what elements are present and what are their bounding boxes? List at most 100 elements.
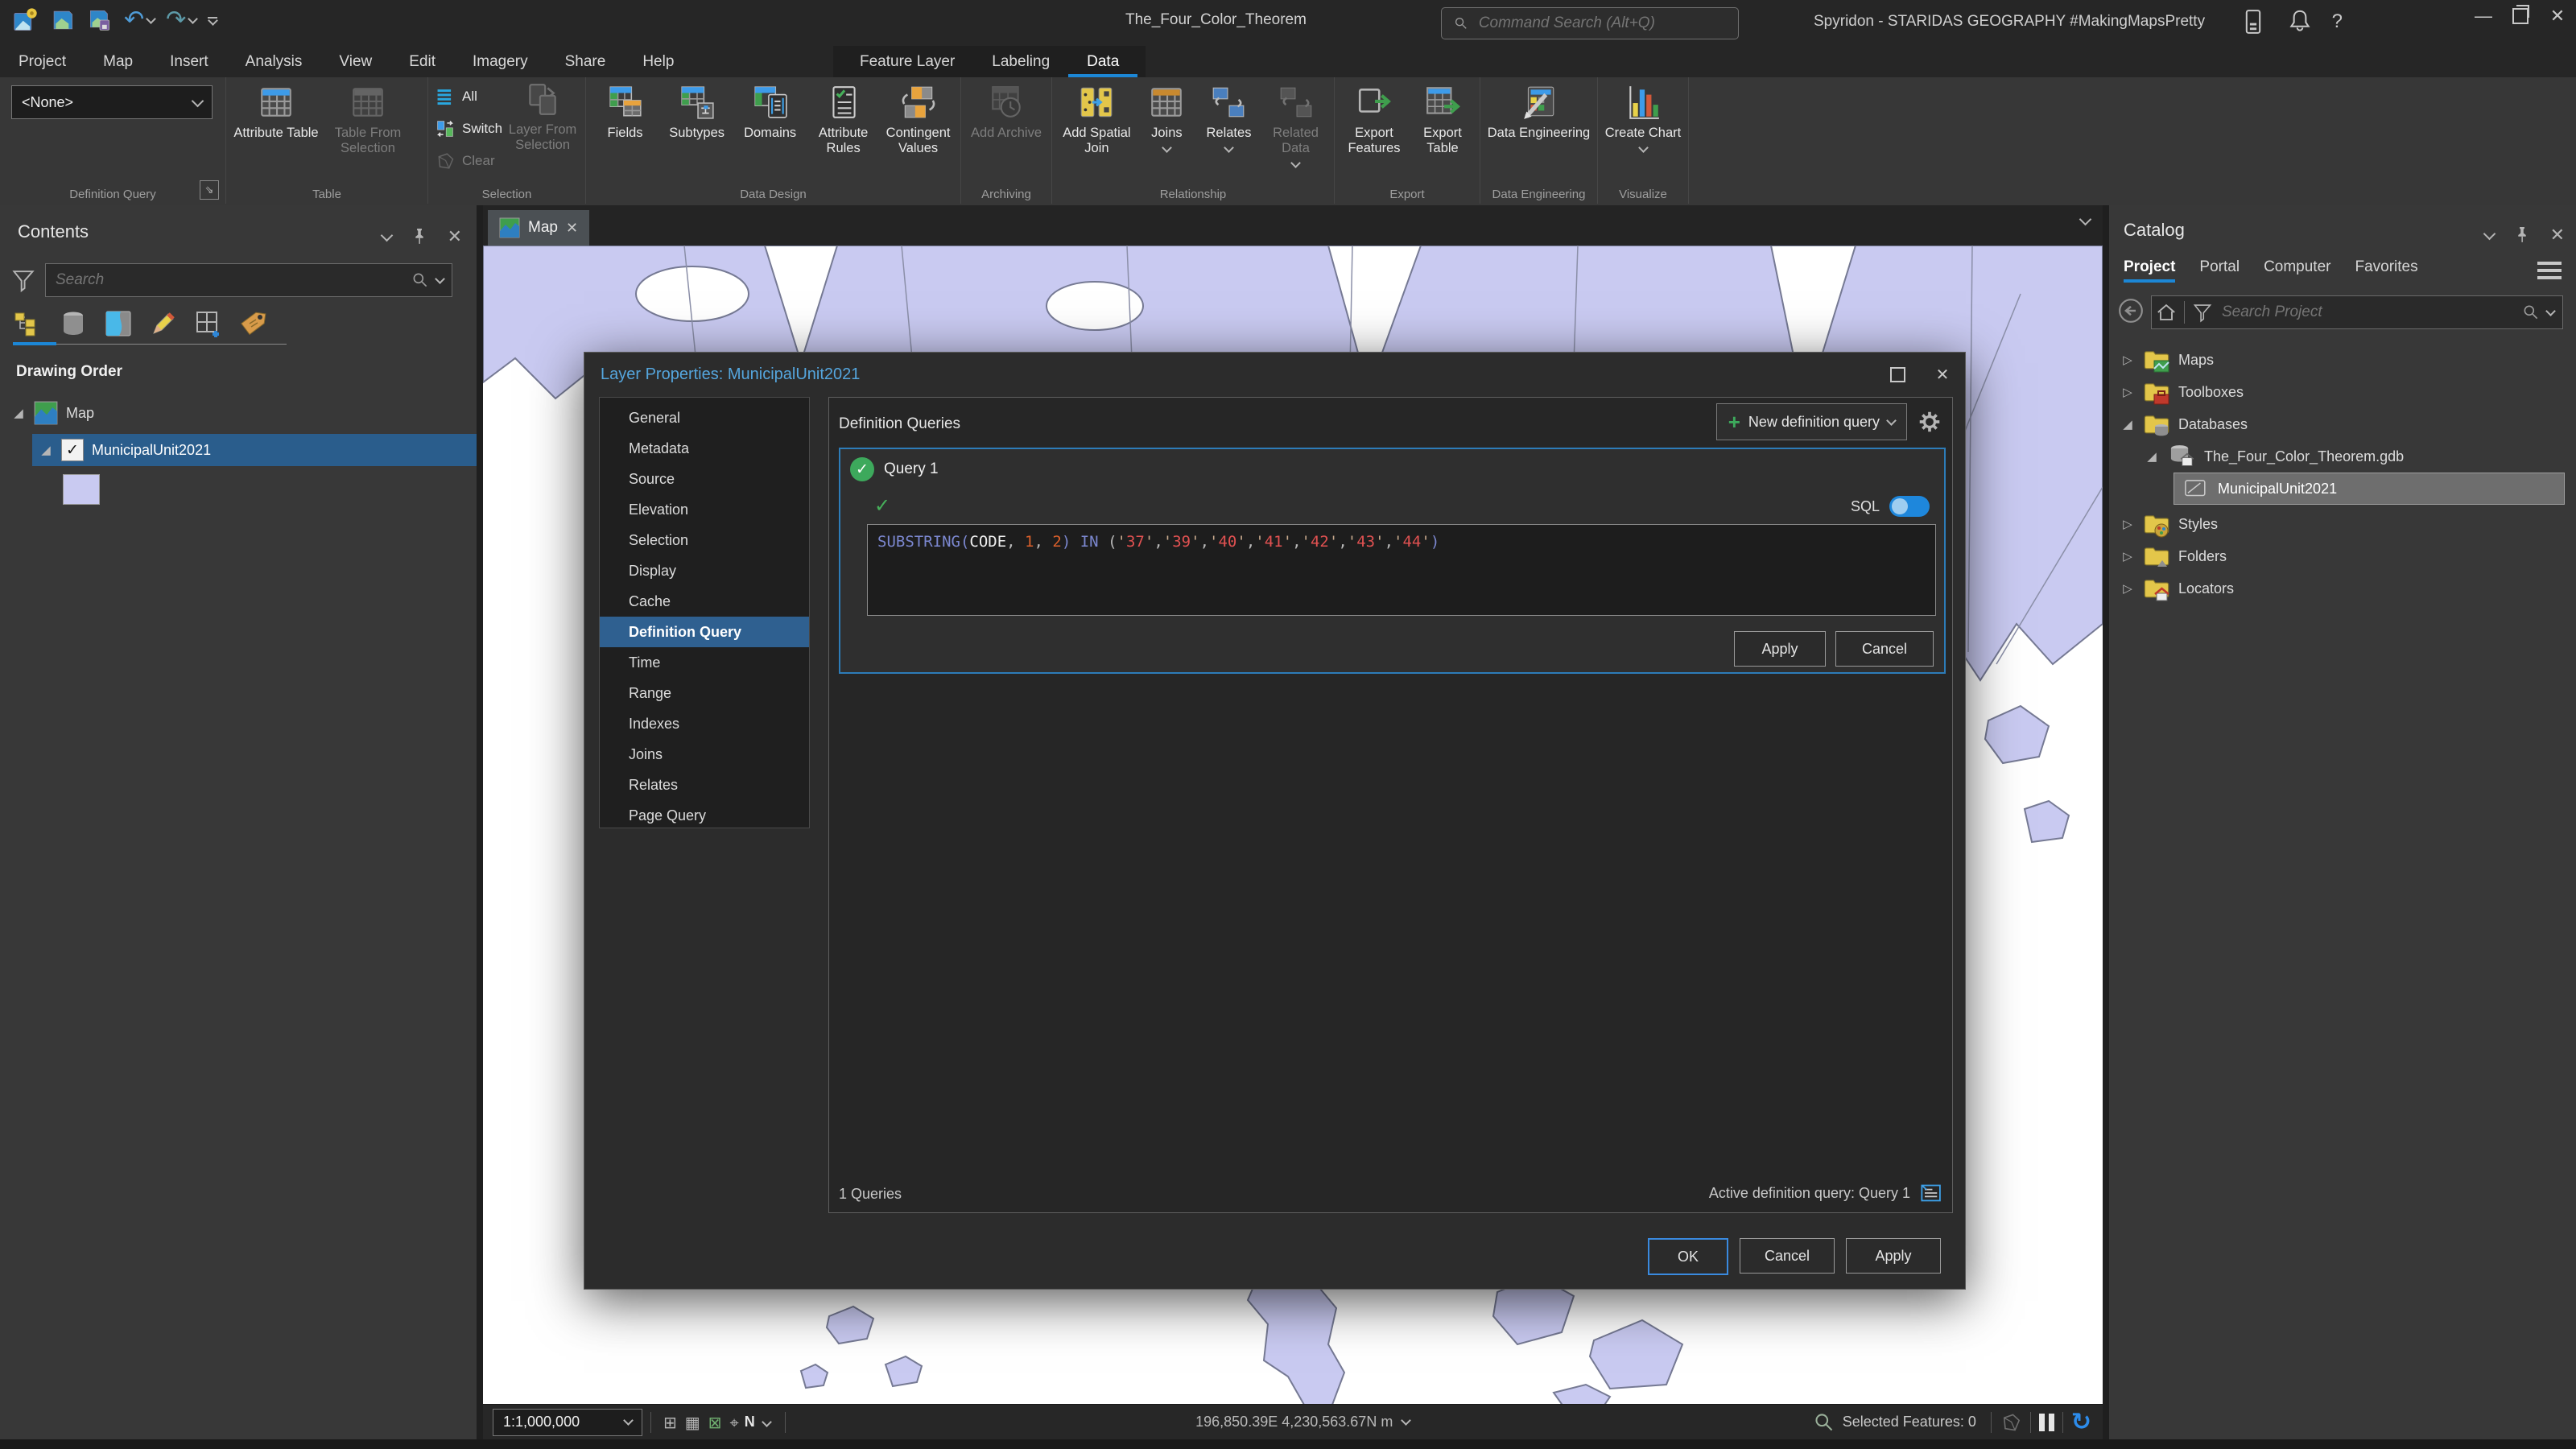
layer-visibility-checkbox[interactable]: ✓ xyxy=(61,439,84,461)
folders-expander-icon[interactable]: ▷ xyxy=(2120,549,2135,564)
switch-selection-button[interactable]: Switch xyxy=(431,114,506,143)
table-grid-icon[interactable]: ▦ xyxy=(685,1413,700,1432)
selection-magnifier-icon[interactable] xyxy=(1812,1410,1836,1435)
dialog-cancel-button[interactable]: Cancel xyxy=(1740,1238,1835,1274)
dialog-maximize-button[interactable] xyxy=(1875,353,1920,396)
nav-page-query[interactable]: Page Query xyxy=(600,800,809,831)
nav-selection[interactable]: Selection xyxy=(600,525,809,555)
joins-button[interactable]: Joins xyxy=(1138,82,1195,151)
catalog-search-icon[interactable] xyxy=(2521,303,2541,322)
ok-button[interactable]: OK xyxy=(1648,1238,1728,1275)
tab-feature-layer[interactable]: Feature Layer xyxy=(841,46,973,77)
map-scale-combo[interactable]: 1:1,000,000 xyxy=(493,1409,642,1436)
sql-toggle[interactable] xyxy=(1889,496,1930,517)
map-view-tab[interactable]: Map ✕ xyxy=(488,210,589,246)
contents-filter-icon[interactable] xyxy=(10,266,37,294)
catalog-search-chevron[interactable] xyxy=(2545,306,2556,316)
fields-button[interactable]: Fields xyxy=(591,82,659,141)
catalog-home-icon[interactable] xyxy=(2155,301,2178,324)
attribute-table-button[interactable]: Attribute Table xyxy=(231,82,321,141)
catalog-close-icon[interactable]: ✕ xyxy=(2550,225,2565,246)
contents-search-box[interactable] xyxy=(45,263,452,297)
nav-time[interactable]: Time xyxy=(600,647,809,678)
refresh-map-icon[interactable]: ↻ xyxy=(2071,1408,2091,1436)
catalog-item-databases[interactable]: ◢ Databases xyxy=(2120,408,2563,440)
tab-analysis[interactable]: Analysis xyxy=(227,46,321,77)
layer-from-selection-button[interactable]: Layer From Selection xyxy=(506,79,580,175)
catalog-item-toolboxes[interactable]: ▷ Toolboxes xyxy=(2120,376,2563,408)
contents-pane-menu-chevron[interactable] xyxy=(380,229,393,242)
contents-search-icon[interactable] xyxy=(411,270,430,290)
help-icon[interactable]: ? xyxy=(2332,10,2343,33)
gdb-expander-icon[interactable]: ◢ xyxy=(2145,449,2159,464)
nav-elevation[interactable]: Elevation xyxy=(600,494,809,525)
list-by-data-source-icon[interactable] xyxy=(58,308,89,339)
tab-insert[interactable]: Insert xyxy=(151,46,227,77)
dialog-close-button[interactable]: ✕ xyxy=(1920,353,1965,396)
nav-source[interactable]: Source xyxy=(600,464,809,494)
map-expander-icon[interactable]: ◢ xyxy=(11,406,26,420)
catalog-item-folders[interactable]: ▷ Folders xyxy=(2120,540,2563,572)
nav-joins[interactable]: Joins xyxy=(600,739,809,770)
subtypes-button[interactable]: Subtypes xyxy=(661,82,733,141)
list-by-drawing-order-icon[interactable] xyxy=(13,308,43,339)
catalog-item-styles[interactable]: ▷ Styles xyxy=(2120,508,2563,540)
contents-map-row[interactable]: ◢ Map xyxy=(11,397,462,429)
nav-general[interactable]: General xyxy=(600,402,809,433)
catalog-tab-computer[interactable]: Computer xyxy=(2264,258,2330,283)
catalog-tab-portal[interactable]: Portal xyxy=(2199,258,2240,283)
add-layout-grid-icon[interactable]: ⊞ xyxy=(663,1413,677,1432)
relates-button[interactable]: Relates xyxy=(1197,82,1261,151)
save-project-icon[interactable] xyxy=(50,7,76,33)
related-data-button[interactable]: Related Data xyxy=(1262,82,1329,167)
databases-expander-icon[interactable]: ◢ xyxy=(2120,417,2135,431)
north-arrow-chevron[interactable] xyxy=(762,1417,772,1427)
clear-selection-button[interactable]: Clear xyxy=(431,147,506,175)
contents-search-chevron[interactable] xyxy=(435,274,445,284)
redo-button[interactable]: ↷ xyxy=(166,8,196,32)
open-project-icon[interactable] xyxy=(11,6,39,34)
create-chart-button[interactable]: Create Chart xyxy=(1603,82,1683,151)
definition-query-combo[interactable]: <None> xyxy=(11,85,213,119)
tab-view[interactable]: View xyxy=(320,46,390,77)
toolboxes-expander-icon[interactable]: ▷ xyxy=(2120,385,2135,399)
clear-selected-icon[interactable] xyxy=(2000,1411,2022,1434)
catalog-pin-icon[interactable] xyxy=(2512,225,2533,246)
contents-pin-icon[interactable] xyxy=(409,226,430,247)
nav-metadata[interactable]: Metadata xyxy=(600,433,809,464)
map-view-options-chevron[interactable] xyxy=(2079,213,2092,226)
map-tab-close-icon[interactable]: ✕ xyxy=(566,220,578,237)
command-search[interactable] xyxy=(1441,7,1739,39)
contents-layer-row-municipalunit2021[interactable]: ◢ ✓ MunicipalUnit2021 xyxy=(32,434,477,466)
tab-labeling[interactable]: Labeling xyxy=(973,46,1068,77)
catalog-item-maps[interactable]: ▷ Maps xyxy=(2120,344,2563,376)
nav-range[interactable]: Range xyxy=(600,678,809,708)
tab-project[interactable]: Project xyxy=(0,46,85,77)
restore-button[interactable] xyxy=(2502,0,2539,32)
add-spatial-join-button[interactable]: Add Spatial Join xyxy=(1057,82,1137,156)
query-options-gear-icon[interactable] xyxy=(1915,407,1944,436)
catalog-filter-icon[interactable] xyxy=(2191,301,2214,324)
notifications-bell-icon[interactable] xyxy=(2285,7,2314,36)
tab-edit[interactable]: Edit xyxy=(390,46,454,77)
tab-map[interactable]: Map xyxy=(85,46,151,77)
tab-help[interactable]: Help xyxy=(624,46,692,77)
tab-imagery[interactable]: Imagery xyxy=(454,46,547,77)
catalog-item-municipalunit2021[interactable]: MunicipalUnit2021 xyxy=(2174,473,2565,505)
catalog-tab-project[interactable]: Project xyxy=(2124,258,2175,283)
pause-drawing-icon[interactable] xyxy=(2039,1414,2054,1431)
contents-search-input[interactable] xyxy=(54,270,404,290)
contingent-values-button[interactable]: Contingent Values xyxy=(881,82,956,156)
catalog-pane-menu-chevron[interactable] xyxy=(2483,227,2496,240)
catalog-search-input[interactable] xyxy=(2220,303,2515,322)
command-search-input[interactable] xyxy=(1477,14,1727,33)
coordinates-chevron[interactable] xyxy=(1401,1415,1411,1426)
device-sync-icon[interactable] xyxy=(2239,7,2268,36)
list-by-selection-icon[interactable] xyxy=(193,308,224,339)
domains-button[interactable]: Domains xyxy=(734,82,806,141)
catalog-search-box[interactable] xyxy=(2151,295,2563,329)
select-all-button[interactable]: All xyxy=(431,82,506,111)
query-apply-button[interactable]: Apply xyxy=(1734,631,1826,667)
add-archive-button[interactable]: Add Archive xyxy=(966,82,1046,141)
close-button[interactable]: ✕ xyxy=(2539,0,2576,32)
